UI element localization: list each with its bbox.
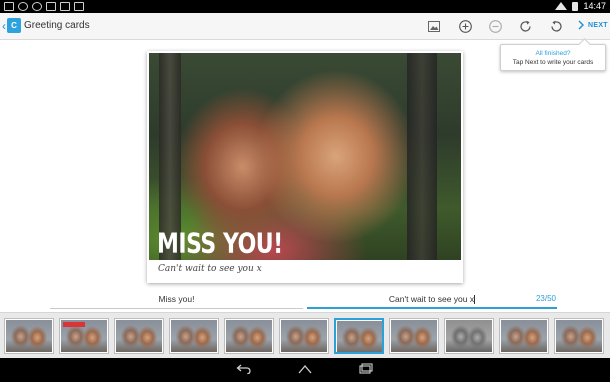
photo-tree-trunk xyxy=(407,53,437,260)
home-icon[interactable] xyxy=(296,362,314,376)
card-headline: MISS YOU! xyxy=(157,228,283,260)
text-cursor xyxy=(474,295,476,305)
caption-input-value: Can't wait to see you x xyxy=(388,294,475,304)
next-button[interactable]: NEXT xyxy=(578,20,608,30)
design-thumbnail[interactable] xyxy=(444,318,494,354)
headline-input[interactable]: Miss you! xyxy=(50,291,303,309)
design-thumbnail[interactable] xyxy=(499,318,549,354)
thumbnail-image xyxy=(116,320,162,352)
thumbnail-image xyxy=(556,320,602,352)
design-thumbnail[interactable] xyxy=(59,318,109,354)
card-preview[interactable]: MISS YOU! Can't wait to see you x xyxy=(147,51,463,283)
design-thumbnail[interactable] xyxy=(334,318,384,354)
recent-apps-icon[interactable] xyxy=(357,362,375,376)
chevron-right-icon xyxy=(578,20,584,30)
design-thumbnail[interactable] xyxy=(554,318,604,354)
app-screen: 14:47 ‹ C Greeting cards NEXT All finish… xyxy=(0,0,610,382)
play-store-icon xyxy=(74,2,84,11)
design-thumbnail-strip[interactable] xyxy=(0,312,610,358)
notification-icons xyxy=(4,2,84,11)
sync-icon xyxy=(18,2,28,11)
card-photo[interactable]: MISS YOU! xyxy=(149,53,461,260)
thumbnail-image xyxy=(501,320,547,352)
zoom-in-icon[interactable] xyxy=(457,18,473,34)
app-title: Greeting cards xyxy=(24,20,90,31)
design-thumbnail[interactable] xyxy=(389,318,439,354)
card-caption: Can't wait to see you x xyxy=(158,264,262,274)
sd-card-icon xyxy=(60,2,70,11)
action-bar: ‹ C Greeting cards NEXT xyxy=(0,13,610,40)
thumbnail-image xyxy=(391,320,437,352)
cloud-icon xyxy=(32,2,42,11)
tooltip-body: Tap Next to write your cards xyxy=(512,59,594,66)
thumbnail-image xyxy=(281,320,327,352)
clock: 14:47 xyxy=(583,1,606,11)
design-thumbnail[interactable] xyxy=(169,318,219,354)
finished-tooltip: All finished? Tap Next to write your car… xyxy=(500,44,606,71)
battery-icon xyxy=(572,1,579,11)
thumbnail-image xyxy=(446,320,492,352)
thumbnail-ribbon xyxy=(63,322,85,327)
system-tray: 14:47 xyxy=(555,1,606,11)
design-thumbnail[interactable] xyxy=(224,318,274,354)
caption-input[interactable]: Can't wait to see you x xyxy=(307,291,557,309)
status-bar: 14:47 xyxy=(0,0,610,13)
gallery-icon xyxy=(4,2,14,11)
app-logo-icon[interactable]: C xyxy=(7,18,21,33)
design-thumbnail[interactable] xyxy=(114,318,164,354)
image-icon[interactable] xyxy=(426,18,442,34)
design-thumbnail[interactable] xyxy=(279,318,329,354)
rotate-right-icon[interactable] xyxy=(517,18,533,34)
navigation-bar xyxy=(0,358,610,382)
next-label: NEXT xyxy=(588,21,608,29)
thumbnail-image xyxy=(337,321,382,352)
text-fields-row: Miss you! Can't wait to see you x 23/50 xyxy=(0,288,610,312)
rotate-left-icon[interactable] xyxy=(548,18,564,34)
thumbnail-image xyxy=(171,320,217,352)
phone-icon xyxy=(46,2,56,11)
back-icon[interactable] xyxy=(235,362,253,376)
thumbnail-image xyxy=(226,320,272,352)
up-chevron-icon[interactable]: ‹ xyxy=(2,19,6,33)
zoom-out-icon[interactable] xyxy=(487,18,503,34)
design-thumbnail[interactable] xyxy=(4,318,54,354)
tooltip-title: All finished? xyxy=(535,50,571,57)
char-counter: 23/50 xyxy=(535,294,556,303)
thumbnail-image xyxy=(6,320,52,352)
wifi-icon xyxy=(555,2,568,10)
